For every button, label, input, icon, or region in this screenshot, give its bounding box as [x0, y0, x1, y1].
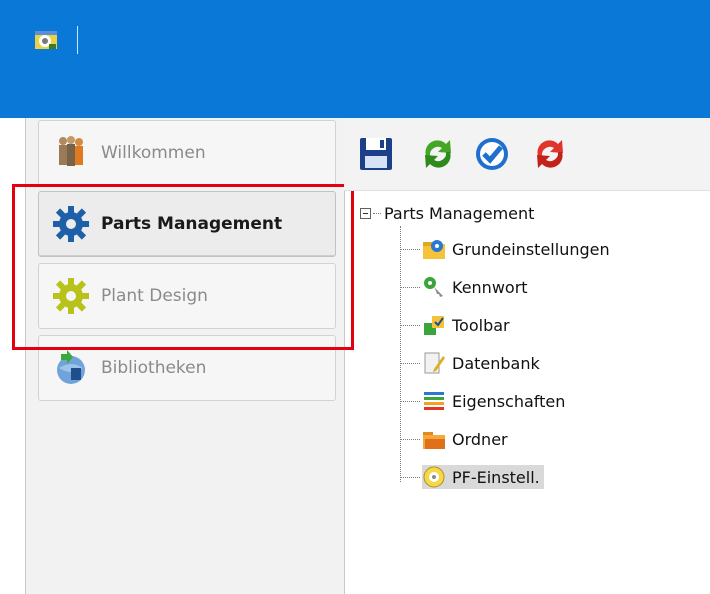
tree-item-eigenschaften[interactable]: Eigenschaften [400, 386, 567, 416]
tree-label: Grundeinstellungen [452, 239, 610, 259]
green-refresh-icon[interactable] [418, 134, 458, 174]
people-icon [59, 136, 83, 166]
nav-label-bibliotheken: Bibliotheken [101, 358, 207, 378]
nav-item-willkommen[interactable]: Willkommen [38, 120, 336, 186]
selection-highlight: PF-Einstell. [422, 465, 544, 489]
tree-label: Toolbar [452, 315, 510, 335]
tree-item-grundeinstellungen[interactable]: Grundeinstellungen [400, 234, 612, 264]
tree-item-kennwort[interactable]: Kennwort [400, 272, 530, 302]
document-pencil-icon [424, 352, 445, 374]
app-gear-icon[interactable] [34, 28, 58, 52]
tree-item-datenbank[interactable]: Datenbank [400, 348, 542, 378]
yellow-gear-icon [53, 278, 89, 314]
floppy-disk-icon[interactable] [356, 134, 396, 174]
blue-check-icon[interactable] [472, 134, 512, 174]
toolbar-puzzle-icon [424, 316, 444, 335]
collapse-toggle[interactable] [360, 207, 371, 219]
folder-icon [423, 432, 445, 449]
tree-item-toolbar[interactable]: Toolbar [400, 310, 512, 340]
tree-label: Eigenschaften [452, 391, 566, 411]
nav-label-plant-design: Plant Design [101, 286, 208, 306]
tree-label: PF-Einstell. [452, 467, 540, 487]
nav-item-bibliotheken[interactable]: Bibliotheken [38, 335, 336, 401]
nav-label-parts-management: Parts Management [101, 214, 283, 234]
tree-item-pf-einstell[interactable]: PF-Einstell. [400, 462, 544, 492]
nav-label-willkommen: Willkommen [101, 143, 206, 163]
nav-item-parts-management[interactable]: Parts Management [38, 191, 336, 257]
toolbar [344, 118, 710, 191]
tree-connector [373, 212, 381, 214]
title-separator [77, 26, 78, 54]
folder-gear-icon [423, 240, 445, 259]
colored-lines-icon [424, 392, 444, 410]
tree-label: Kennwort [452, 277, 528, 297]
tree-label: Ordner [452, 429, 508, 449]
library-globe-icon [57, 350, 85, 384]
blue-gear-icon [53, 206, 89, 242]
tree-root[interactable]: Parts Management [360, 202, 534, 224]
settings-tree: Parts Management Grundeinstellungen Kenn… [360, 200, 700, 500]
red-refresh-icon[interactable] [530, 134, 570, 174]
tree-root-label: Parts Management [384, 203, 535, 223]
nav-item-plant-design[interactable]: Plant Design [38, 263, 336, 329]
tree-item-ordner[interactable]: Ordner [400, 424, 510, 454]
tree-label: Datenbank [452, 353, 540, 373]
key-icon [424, 277, 443, 297]
title-bar [0, 0, 710, 118]
pf-settings-icon [423, 466, 445, 488]
